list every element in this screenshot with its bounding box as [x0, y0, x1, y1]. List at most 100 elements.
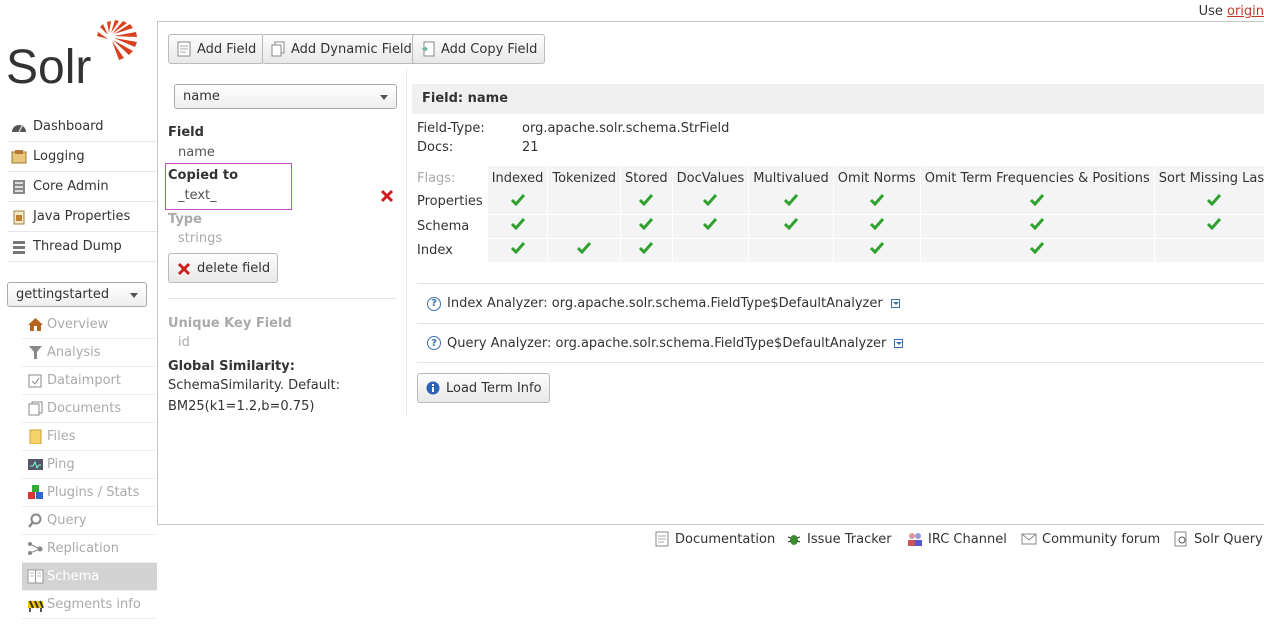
unique-key-value: id: [178, 335, 190, 350]
footer-documentation[interactable]: Documentation: [654, 530, 775, 548]
copy-document-icon: [421, 41, 435, 57]
footer-issue-tracker[interactable]: Issue Tracker: [786, 530, 892, 548]
query-icon: [27, 513, 44, 528]
plugins-icon: [27, 485, 44, 500]
nav-thread-dump[interactable]: Thread Dump: [8, 232, 157, 262]
core-menu-segments[interactable]: Segments info: [22, 591, 157, 619]
core-menu-documents-label: Documents: [47, 401, 122, 416]
checkmark-icon: [1030, 242, 1045, 254]
column-divider: [406, 68, 407, 416]
flag-cell: [620, 214, 673, 239]
copied-to-value[interactable]: _text_: [178, 188, 217, 203]
solr-logo[interactable]: Solr: [6, 20, 141, 94]
checkmark-icon: [1207, 218, 1222, 230]
checkmark-icon: [1030, 193, 1045, 206]
nav-thread-dump-label: Thread Dump: [33, 239, 122, 254]
checkmark-icon: [1030, 218, 1045, 230]
nav-dashboard-label: Dashboard: [33, 119, 104, 134]
delete-field-button[interactable]: delete field: [168, 253, 279, 283]
flags-row-properties: Properties: [413, 190, 1264, 215]
col-multivalued: Multivalued: [748, 166, 834, 190]
core-selector-value: gettingstarted: [16, 287, 110, 302]
help-icon[interactable]: ?: [427, 296, 441, 311]
flag-cell: [1154, 190, 1264, 215]
core-menu: Overview Analysis Dataimport Documents F…: [0, 311, 157, 624]
java-icon: [10, 209, 28, 225]
checkmark-icon: [639, 193, 654, 206]
footer-documentation-label: Documentation: [675, 531, 776, 547]
nav-core-admin[interactable]: Core Admin: [8, 172, 157, 202]
nav-logging[interactable]: Logging: [8, 142, 157, 172]
solr-logo-mark: Solr: [6, 20, 137, 94]
schema-icon: [27, 569, 44, 584]
nav-dashboard[interactable]: Dashboard: [8, 112, 157, 142]
field-label: Field: [168, 125, 204, 140]
expand-icon[interactable]: [894, 338, 904, 348]
field-selector[interactable]: name: [174, 84, 397, 109]
flag-cell: [748, 190, 834, 215]
expand-icon[interactable]: [890, 299, 900, 308]
col-docvalues: DocValues: [672, 166, 750, 190]
core-menu-analysis-label: Analysis: [47, 345, 101, 360]
nav-core-admin-label: Core Admin: [33, 179, 109, 194]
footer-issue-tracker-label: Issue Tracker: [807, 531, 892, 547]
footer-community-forum[interactable]: Community forum: [1021, 530, 1160, 548]
core-menu-files[interactable]: Files: [22, 423, 157, 451]
remove-copy-field-icon[interactable]: [380, 189, 394, 207]
field-value: name: [178, 145, 215, 160]
core-menu-replication[interactable]: Replication: [22, 535, 157, 563]
envelope-icon: [1021, 531, 1037, 547]
query-analyzer-text: Query Analyzer: org.apache.solr.schema.F…: [447, 335, 887, 351]
home-icon: [27, 317, 44, 332]
flags-row-schema: Schema: [413, 214, 1264, 239]
add-copy-field-button[interactable]: Add Copy Field: [412, 34, 546, 64]
core-admin-icon: [10, 179, 28, 195]
field-detail-header: Field: name: [412, 84, 1264, 114]
load-term-info-button[interactable]: Load Term Info: [417, 373, 550, 403]
delete-field-label: delete field: [197, 260, 271, 276]
core-selector[interactable]: gettingstarted: [7, 282, 147, 307]
document-icon: [177, 41, 191, 57]
checkmark-icon: [703, 193, 718, 206]
query-document-icon: [1173, 531, 1189, 547]
checkmark-icon: [869, 193, 884, 206]
original-ui-link[interactable]: origin: [1227, 4, 1264, 19]
flags-table: Flags: Indexed Tokenized Stored DocValue…: [413, 166, 1264, 263]
nav-java-properties[interactable]: Java Properties: [8, 202, 157, 232]
core-menu-schema-label: Schema: [47, 569, 100, 584]
checkmark-icon: [639, 242, 654, 254]
core-menu-plugins[interactable]: Plugins / Stats: [22, 479, 157, 507]
core-menu-documents[interactable]: Documents: [22, 395, 157, 423]
footer-query-syntax[interactable]: Solr Query S: [1173, 530, 1264, 548]
query-analyzer-row[interactable]: ? Query Analyzer: org.apache.solr.schema…: [417, 323, 1264, 363]
dashboard-icon: [10, 119, 28, 135]
document-icon: [654, 531, 670, 547]
core-menu-dataimport-label: Dataimport: [47, 373, 121, 388]
dataimport-icon: [27, 373, 44, 388]
nav-logging-label: Logging: [33, 149, 85, 164]
core-menu-query[interactable]: Query: [22, 507, 157, 535]
ping-icon: [27, 457, 44, 472]
help-icon[interactable]: ?: [427, 336, 441, 350]
footer-irc-channel[interactable]: IRC Channel: [907, 530, 1007, 548]
core-menu-ping[interactable]: Ping: [22, 451, 157, 479]
checkmark-icon: [639, 218, 654, 230]
flag-cell: [547, 214, 622, 239]
docs-value: 21: [522, 140, 539, 155]
core-menu-overview-label: Overview: [47, 317, 109, 332]
notice-prefix: Use: [1198, 4, 1227, 19]
core-menu-dataimport[interactable]: Dataimport: [22, 367, 157, 395]
core-menu-analysis[interactable]: Analysis: [22, 339, 157, 367]
nav-java-properties-label: Java Properties: [33, 209, 131, 224]
add-field-button[interactable]: Add Field: [168, 34, 265, 64]
core-menu-segments-label: Segments info: [47, 597, 141, 612]
index-analyzer-row[interactable]: ? Index Analyzer: org.apache.solr.schema…: [417, 283, 1264, 323]
checkmark-icon: [703, 218, 718, 230]
people-icon: [907, 531, 923, 547]
core-menu-overview[interactable]: Overview: [22, 311, 157, 339]
solr-logo-text: Solr: [6, 41, 91, 92]
core-menu-files-label: Files: [47, 429, 76, 444]
add-dynamic-field-button[interactable]: Add Dynamic Field: [262, 34, 420, 64]
checkmark-icon: [510, 218, 525, 230]
core-menu-schema[interactable]: Schema: [22, 563, 157, 591]
